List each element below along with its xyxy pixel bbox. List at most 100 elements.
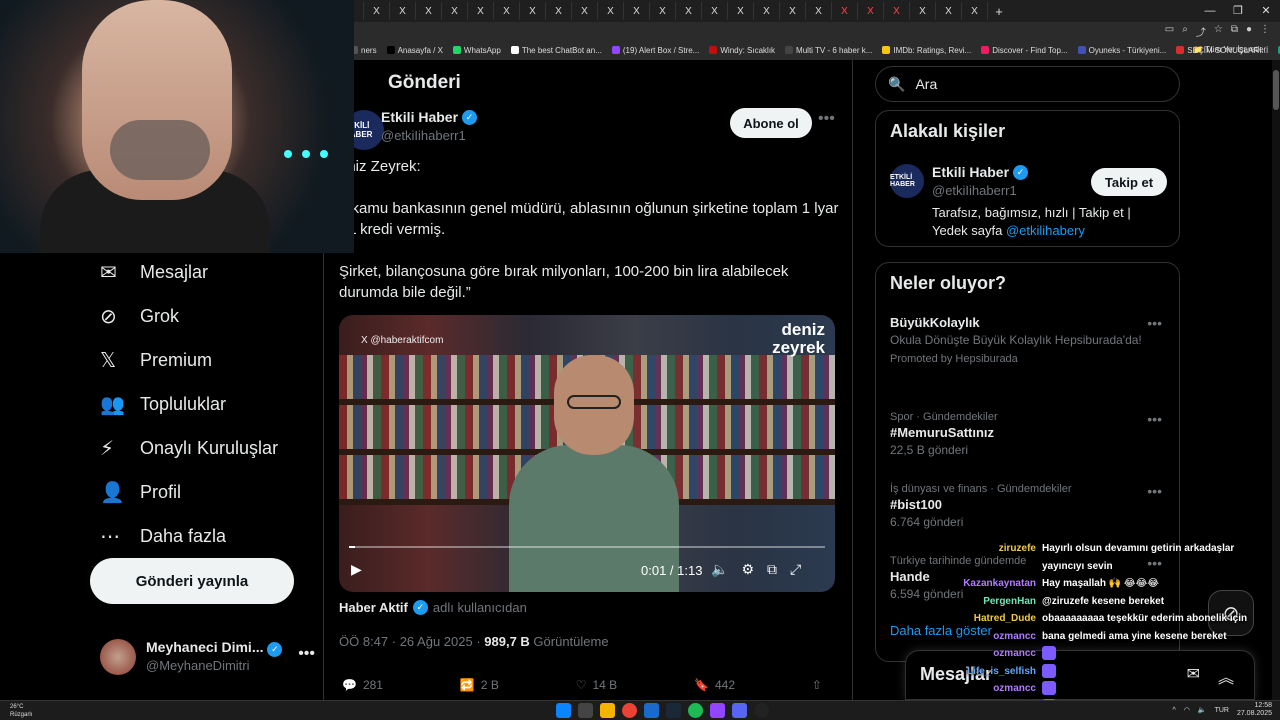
reply-button[interactable]: 💬 281 [342, 678, 383, 692]
scroll-thumb[interactable] [1273, 70, 1279, 110]
browser-tab[interactable]: X [442, 2, 468, 20]
browser-tab[interactable]: X [546, 2, 572, 20]
extensions-icon[interactable]: ⧉ [1231, 24, 1238, 39]
star-icon[interactable]: ☆ [1214, 24, 1223, 39]
cast-icon[interactable]: ▭ [1165, 24, 1174, 39]
zoom-icon[interactable]: ⌕ [1182, 24, 1188, 39]
related-avatar[interactable]: ETKİLİ HABER [890, 164, 924, 198]
search-input[interactable]: 🔍 Ara [875, 66, 1180, 102]
pip-icon[interactable]: ⧉ [767, 561, 777, 578]
browser-tab[interactable]: X [494, 2, 520, 20]
browser-tab[interactable]: X [858, 2, 884, 20]
video-progress-bar[interactable] [349, 546, 825, 548]
browser-tab[interactable]: X [364, 2, 390, 20]
browser-tab[interactable]: X [728, 2, 754, 20]
trend-item[interactable]: BüyükKolaylık Okula Dönüşte Büyük Kolaylı… [890, 315, 1170, 368]
subscribe-button[interactable]: Abone ol [730, 108, 812, 138]
account-switcher[interactable]: Meyhaneci Dimi... ✓ @MeyhaneDimitri ••• [100, 637, 315, 679]
twitch-icon[interactable] [710, 703, 725, 718]
more-icon[interactable]: ••• [818, 110, 835, 128]
attribution-name[interactable]: Haber Aktif [339, 600, 408, 615]
wifi-icon[interactable]: ◠ [1184, 706, 1190, 714]
browser-tab[interactable]: X [702, 2, 728, 20]
clock[interactable]: 12:58 27.08.2025 [1237, 702, 1272, 718]
author-name[interactable]: Etkili Haber ✓ [381, 109, 478, 125]
trend-item[interactable]: İş dünyası ve finans · Gündemdekiler #bis… [890, 483, 1170, 531]
nav-messages[interactable]: ✉ Mesajlar [90, 250, 320, 294]
browser-tab[interactable]: X [962, 2, 988, 20]
browser-tab[interactable]: X [390, 2, 416, 20]
browser-tab[interactable]: X [806, 2, 832, 20]
speaker-icon[interactable]: 🔈 [1198, 706, 1207, 714]
trend-item[interactable]: Spor · Gündemdekiler #MemuruSattınız 22,5 … [890, 411, 1170, 459]
browser-tab[interactable]: X [780, 2, 806, 20]
nav-premium[interactable]: 𝕏 Premium [90, 338, 320, 382]
volume-icon[interactable]: 🔈 [711, 561, 728, 578]
trend-more-icon[interactable]: ••• [1147, 315, 1162, 331]
browser-tab[interactable]: X [884, 2, 910, 20]
related-name[interactable]: Etkili Haber ✓ [932, 164, 1029, 180]
trend-more-icon[interactable]: ••• [1147, 483, 1162, 499]
related-handle[interactable]: @etkiIihaberr1 [932, 183, 1017, 198]
browser-tab[interactable]: X [572, 2, 598, 20]
search-icon[interactable] [578, 703, 593, 718]
steam-icon[interactable] [666, 703, 681, 718]
post-button[interactable]: Gönderi yayınla [90, 558, 294, 604]
browser-tab[interactable]: X [598, 2, 624, 20]
browser-tab[interactable]: X [624, 2, 650, 20]
spotify-icon[interactable] [688, 703, 703, 718]
restore-icon[interactable]: ❐ [1224, 0, 1252, 22]
page-scrollbar[interactable] [1272, 60, 1280, 700]
bookmark-item[interactable]: (19) Alert Box / Stre... [611, 46, 699, 55]
like-button[interactable]: ♡ 14 B [576, 678, 617, 692]
more-icon[interactable]: ••• [298, 645, 315, 663]
browser-tab[interactable]: X [936, 2, 962, 20]
share-icon[interactable]: ⤴ [1196, 24, 1206, 39]
bookmark-item[interactable]: The best ChatBot an... [510, 46, 602, 55]
new-tab-button[interactable]: + [988, 4, 1010, 19]
bookmark-item[interactable]: Anasayfa / X [386, 46, 443, 55]
profile-icon[interactable]: ● [1246, 24, 1252, 39]
settings-icon[interactable]: ⚙ [741, 561, 754, 578]
bookmark-button[interactable]: 🔖 442 [694, 678, 735, 692]
nav-communities[interactable]: 👥 Topluluklar [90, 382, 320, 426]
browser-tab[interactable]: X [468, 2, 494, 20]
bio-link[interactable]: @etkilihabery [1006, 223, 1085, 238]
nav-more[interactable]: ⋯ Daha fazla [90, 514, 320, 558]
language-indicator[interactable]: TUR [1215, 707, 1229, 714]
bookmark-item[interactable]: Multi TV - 6 haber k... [785, 46, 872, 55]
bookmark-item[interactable]: Windy: Sıcaklık [709, 46, 775, 55]
bookmark-item[interactable]: IMDb: Ratings, Revi... [882, 46, 971, 55]
browser-tab[interactable]: X [676, 2, 702, 20]
trend-more-icon[interactable]: ••• [1147, 411, 1162, 427]
browser-tab[interactable]: X [416, 2, 442, 20]
video-player[interactable]: X @haberaktifcom deniz zeyrek ▶ 0:01 / 1… [339, 315, 835, 592]
fullscreen-icon[interactable]: ⤢ [790, 561, 801, 578]
share-button[interactable]: ⇧ [812, 678, 822, 692]
obs-icon[interactable] [754, 703, 769, 718]
menu-icon[interactable]: ⋮ [1260, 24, 1270, 39]
file-explorer-icon[interactable] [600, 703, 615, 718]
nav-grok[interactable]: ⊘ Grok [90, 294, 320, 338]
browser-tab[interactable]: X [520, 2, 546, 20]
nav-verified-orgs[interactable]: ⚡ Onaylı Kuruluşlar [90, 426, 320, 470]
post-timestamp[interactable]: ÖÖ 8:47 · 26 Ağu 2025 · [339, 634, 484, 649]
bookmark-item[interactable]: WhatsApp [452, 46, 501, 55]
browser-tab[interactable]: X [832, 2, 858, 20]
nav-profile[interactable]: 👤 Profil [90, 470, 320, 514]
follow-button[interactable]: Takip et [1091, 168, 1167, 196]
bookmark-item[interactable]: Discover - Find Top... [981, 46, 1068, 55]
bookmark-item[interactable]: Oyuneks - Türkiyeni... [1077, 46, 1166, 55]
repost-button[interactable]: 🔁 2 B [460, 678, 499, 692]
minimize-icon[interactable]: — [1196, 0, 1224, 22]
close-icon[interactable]: ✕ [1252, 0, 1280, 22]
chrome-icon[interactable] [622, 703, 637, 718]
all-bookmarks-folder[interactable]: 📁 Tüm Yer İşaretleri [1193, 45, 1268, 54]
start-icon[interactable] [556, 703, 571, 718]
browser-tab[interactable]: X [650, 2, 676, 20]
discord-icon[interactable] [732, 703, 747, 718]
browser-tab[interactable]: X [910, 2, 936, 20]
tray-chevron-icon[interactable]: ^ [1172, 707, 1175, 714]
edge-icon[interactable] [644, 703, 659, 718]
play-icon[interactable]: ▶ [351, 561, 362, 578]
